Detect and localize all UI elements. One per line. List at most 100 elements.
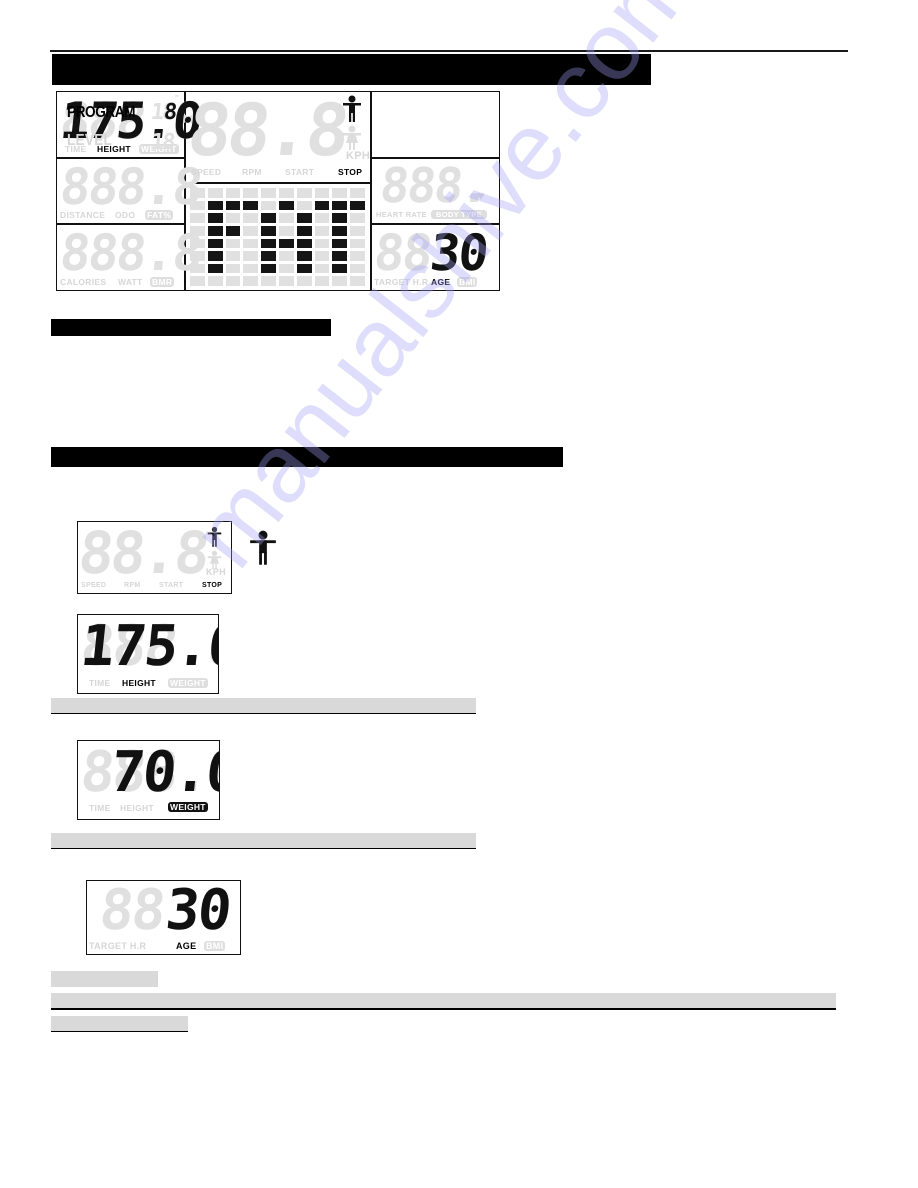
grid-cell-off xyxy=(314,213,330,223)
label-weight: WEIGHT xyxy=(168,678,208,688)
label-bmi: BMI xyxy=(204,941,226,951)
label-bmi: BMI xyxy=(457,277,478,287)
grid-cell-off xyxy=(225,188,241,198)
grid-cell-off xyxy=(350,263,365,274)
grid-cell-on xyxy=(261,225,276,236)
grid-cell-off xyxy=(350,213,365,223)
grid-cell-off xyxy=(190,225,205,236)
grid-cell-on xyxy=(332,263,348,274)
grid-cell-off xyxy=(332,276,348,286)
label-calories: CALORIES xyxy=(60,277,107,287)
label-target-hr: TARGET H.R xyxy=(374,277,429,287)
grid-cell-off xyxy=(190,238,205,249)
grid-cell-off xyxy=(314,263,330,274)
age-value: 30 xyxy=(162,880,233,943)
grid-cell-off xyxy=(243,225,259,236)
grid-cell-off xyxy=(190,213,205,223)
grid-cell-off xyxy=(243,238,259,249)
label-odo: ODO xyxy=(115,210,136,220)
unit-kph: KPH xyxy=(346,150,371,162)
weight-display-figure: 888.8 70.0 TIME HEIGHT WEIGHT xyxy=(77,740,220,820)
grid-cell-off xyxy=(261,200,276,211)
level-ghost: 18 xyxy=(149,130,175,155)
grid-cell-on xyxy=(207,251,223,261)
grid-cell-off xyxy=(350,251,365,261)
ghost-digits: 888. xyxy=(377,158,492,214)
label-program: PROGRAM xyxy=(67,104,136,121)
grid-cell-on xyxy=(332,200,348,211)
label-body-type: BODY TYPE xyxy=(431,210,487,219)
label-speed: SPEED xyxy=(191,167,222,177)
weight-value: 70.0 xyxy=(107,740,220,805)
grid-cell-off xyxy=(279,225,294,236)
label-stop: STOP xyxy=(338,167,363,177)
grid-cell-on xyxy=(207,238,223,249)
label-speed: SPEED xyxy=(81,582,107,589)
label-start: START xyxy=(285,167,315,177)
grid-cell-off xyxy=(207,276,223,286)
grid-cell-on xyxy=(225,200,241,211)
grid-cell-off xyxy=(332,188,348,198)
divider xyxy=(184,182,371,184)
ghost-digits: 88 xyxy=(371,224,434,282)
grid-cell-on xyxy=(296,238,312,249)
grid-cell-off xyxy=(350,276,365,286)
grid-cell-on xyxy=(207,213,223,223)
age-value: 30 xyxy=(427,224,490,282)
grid-cell-off xyxy=(243,251,259,261)
grid-cell-off xyxy=(225,213,241,223)
label-bmr: BMR xyxy=(150,277,175,287)
grid-cell-on xyxy=(296,213,312,223)
text-highlight-bar xyxy=(51,993,836,1010)
grid-cell-on xyxy=(261,213,276,223)
label-fat: FAT% xyxy=(145,210,174,220)
grid-cell-off xyxy=(350,238,365,249)
grid-cell-on xyxy=(279,238,294,249)
label-age: AGE xyxy=(431,277,451,287)
grid-cell-off xyxy=(190,263,205,274)
grid-cell-off xyxy=(207,188,223,198)
ghost-digits: 888.8 xyxy=(57,158,204,216)
grid-cell-on xyxy=(207,200,223,211)
ghost-digits: 888.8 xyxy=(57,224,204,282)
age-display-figure: 88 30 TARGET H.R AGE BMI xyxy=(86,880,241,955)
text-highlight-bar xyxy=(51,833,476,849)
grid-cell-on xyxy=(243,200,259,211)
grid-cell-on xyxy=(261,263,276,274)
section-header-bar-3 xyxy=(51,447,563,467)
grid-cell-on xyxy=(261,251,276,261)
grid-cell-off xyxy=(190,200,205,211)
grid-cell-on xyxy=(207,225,223,236)
grid-cell-off xyxy=(243,213,259,223)
label-target-hr: TARGET H.R xyxy=(89,941,147,951)
label-rpm: RPM xyxy=(124,582,141,589)
grid-cell-off xyxy=(279,213,294,223)
male-icon xyxy=(250,530,276,565)
console-lcd-display: 888.8 175.0 " TIME HEIGHT WEIGHT 888.8 D… xyxy=(56,91,500,291)
grid-cell-on xyxy=(332,225,348,236)
ghost-digits: 88.8 xyxy=(183,91,351,172)
grid-cell-off xyxy=(225,263,241,274)
label-heart-rate: HEART RATE xyxy=(376,210,427,219)
grid-cell-on xyxy=(332,251,348,261)
ghost-digits: 88.8 xyxy=(77,521,211,587)
grid-cell-off xyxy=(314,225,330,236)
grid-cell-off xyxy=(314,238,330,249)
grid-cell-on xyxy=(332,213,348,223)
program-value: 8 xyxy=(162,100,177,125)
grid-cell-off xyxy=(350,225,365,236)
label-distance: DISTANCE xyxy=(60,210,106,220)
grid-cell-off xyxy=(225,251,241,261)
program-profile-grid xyxy=(190,188,365,286)
label-rpm: RPM xyxy=(242,167,262,177)
label-time: TIME xyxy=(89,803,111,813)
grid-cell-on xyxy=(261,238,276,249)
label-weight: WEIGHT xyxy=(168,802,208,812)
grid-cell-off xyxy=(350,188,365,198)
label-height: HEIGHT xyxy=(122,678,156,688)
grid-cell-off xyxy=(190,276,205,286)
grid-cell-on xyxy=(207,263,223,274)
text-highlight-box xyxy=(51,1016,188,1032)
text-highlight-box xyxy=(51,971,158,987)
unit-kph: KPH xyxy=(206,567,226,577)
